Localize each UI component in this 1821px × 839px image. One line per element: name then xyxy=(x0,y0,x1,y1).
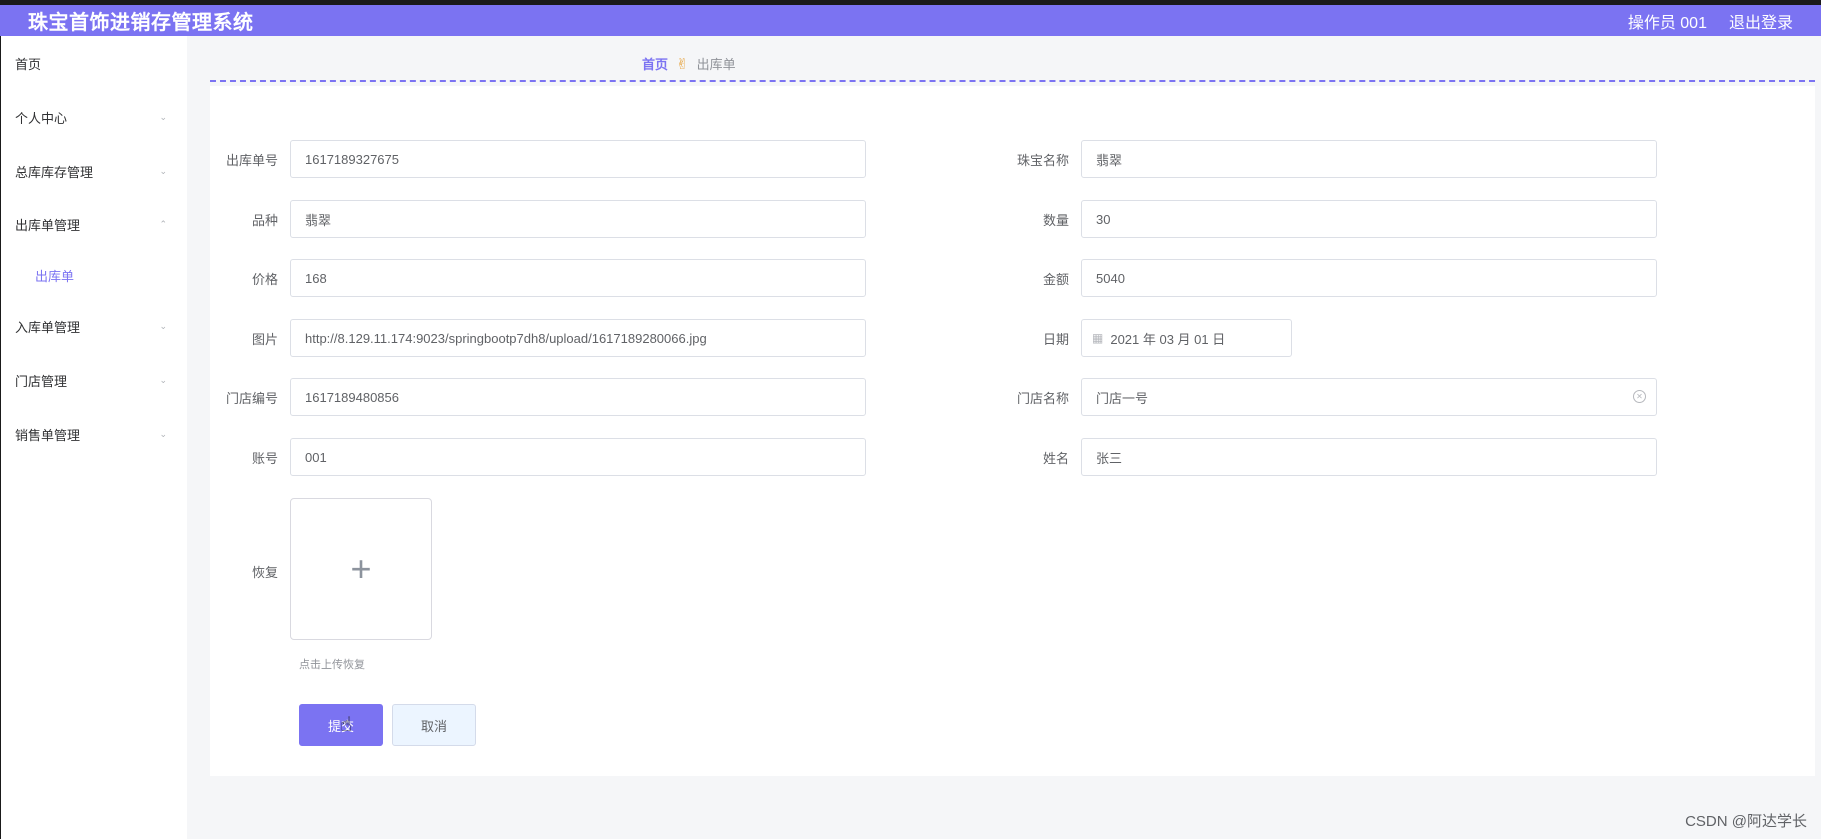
chevron-down-icon: ⌄ xyxy=(159,374,167,385)
breadcrumb: 首页 ✌ 出库单 xyxy=(642,54,736,73)
field-label: 数量 xyxy=(1042,212,1069,228)
field-jewel-name: 珠宝名称 翡翠 xyxy=(1001,140,1657,178)
sidebar-item-inbound[interactable]: 入库单管理 ⌄ xyxy=(15,316,175,336)
breadcrumb-current: 出库单 xyxy=(696,57,736,72)
variety-input[interactable]: 翡翠 xyxy=(290,200,866,238)
chevron-down-icon: ⌄ xyxy=(159,428,167,439)
breadcrumb-divider xyxy=(210,80,1815,82)
price-input[interactable]: 168 xyxy=(290,259,866,297)
breadcrumb-home[interactable]: 首页 xyxy=(642,54,668,73)
name-input[interactable]: 张三 xyxy=(1081,438,1657,476)
sidebar: 首页 个人中心 ⌄ 总库库存管理 ⌄ 出库单管理 ⌃ 出库单 入库单管理 ⌄ 门… xyxy=(0,36,187,839)
sidebar-item-outbound[interactable]: 出库单管理 ⌃ xyxy=(15,214,175,234)
sidebar-item-label: 出库单管理 xyxy=(15,217,81,233)
sidebar-item-inventory[interactable]: 总库库存管理 ⌄ xyxy=(15,161,175,181)
date-picker[interactable]: ▦ 2021 年 03 月 01 日 xyxy=(1081,319,1292,357)
field-label: 门店名称 xyxy=(1016,390,1069,406)
amount-input[interactable]: 5040 xyxy=(1081,259,1657,297)
field-label: 出库单号 xyxy=(225,152,278,168)
sidebar-item-label: 首页 xyxy=(15,56,42,72)
sidebar-item-personal-center[interactable]: 个人中心 ⌄ xyxy=(15,107,175,127)
field-label: 姓名 xyxy=(1042,450,1069,466)
field-name: 姓名 张三 xyxy=(1001,438,1657,476)
chevron-down-icon: ⌄ xyxy=(159,111,167,122)
field-label: 价格 xyxy=(251,271,278,287)
sidebar-item-label: 销售单管理 xyxy=(15,427,81,443)
field-label: 账号 xyxy=(251,450,278,466)
chevron-down-icon: ⌄ xyxy=(159,320,167,331)
store-no-input[interactable]: 1617189480856 xyxy=(290,378,866,416)
chevron-up-icon: ⌃ xyxy=(159,218,167,229)
order-no-input[interactable]: 1617189327675 xyxy=(290,140,866,178)
sidebar-item-label: 总库库存管理 xyxy=(15,164,94,180)
field-label: 恢复 xyxy=(251,565,278,580)
sidebar-item-label: 门店管理 xyxy=(15,373,68,389)
restore-upload[interactable]: + xyxy=(290,498,432,640)
logout-link[interactable]: 退出登录 xyxy=(1729,9,1793,33)
chevron-down-icon: ⌄ xyxy=(159,165,167,176)
field-price: 价格 168 xyxy=(210,259,866,297)
store-name-select[interactable]: 门店一号 ✕ xyxy=(1081,378,1657,416)
field-amount: 金额 5040 xyxy=(1001,259,1657,297)
quantity-input[interactable]: 30 xyxy=(1081,200,1657,238)
field-restore: 恢复 + xyxy=(210,498,432,640)
app-title: 珠宝首饰进销存管理系统 xyxy=(28,12,254,34)
image-url-input[interactable]: http://8.129.11.174:9023/springbootp7dh8… xyxy=(290,319,866,357)
field-order-no: 出库单号 1617189327675 xyxy=(210,140,866,178)
field-date: 日期 ▦ 2021 年 03 月 01 日 xyxy=(1001,319,1292,357)
field-label: 金额 xyxy=(1042,271,1069,287)
field-account: 账号 001 xyxy=(210,438,866,476)
hand-ok-icon: ✌ xyxy=(676,55,689,73)
sidebar-subitem-outbound-order[interactable]: 出库单 xyxy=(35,266,74,285)
field-label: 门店编号 xyxy=(225,390,278,406)
sidebar-item-label: 入库单管理 xyxy=(15,319,81,335)
field-label: 图片 xyxy=(251,331,278,347)
sidebar-item-label: 个人中心 xyxy=(15,110,68,126)
field-label: 日期 xyxy=(1042,331,1069,347)
sidebar-item-sales[interactable]: 销售单管理 ⌄ xyxy=(15,424,175,444)
plus-icon: + xyxy=(350,548,372,589)
submit-button[interactable]: 提交 xyxy=(299,704,383,746)
cancel-button[interactable]: 取消 xyxy=(392,704,476,746)
watermark: CSDN @阿达学长 xyxy=(1685,813,1807,830)
date-value: 2021 年 03 月 01 日 xyxy=(1110,331,1226,347)
upload-tip: 点击上传恢复 xyxy=(299,659,365,671)
account-input[interactable]: 001 xyxy=(290,438,866,476)
sidebar-item-home[interactable]: 首页 xyxy=(15,53,175,73)
jewel-name-input[interactable]: 翡翠 xyxy=(1081,140,1657,178)
main-content: 首页 ✌ 出库单 出库单号 1617189327675 品种 翡翠 价格 168… xyxy=(187,36,1821,839)
field-quantity: 数量 30 xyxy=(1001,200,1657,238)
sidebar-item-stores[interactable]: 门店管理 ⌄ xyxy=(15,370,175,390)
app-header: 珠宝首饰进销存管理系统 操作员 001 退出登录 xyxy=(0,5,1821,36)
header-user-area: 操作员 001 退出登录 xyxy=(1628,9,1793,33)
outbound-form-card: 出库单号 1617189327675 品种 翡翠 价格 168 图片 http:… xyxy=(210,86,1815,776)
field-label: 珠宝名称 xyxy=(1016,152,1069,168)
store-name-value: 门店一号 xyxy=(1096,390,1149,406)
field-label: 品种 xyxy=(251,212,278,228)
calendar-icon: ▦ xyxy=(1092,331,1104,345)
clear-icon[interactable]: ✕ xyxy=(1633,390,1646,403)
field-store-no: 门店编号 1617189480856 xyxy=(210,378,866,416)
field-variety: 品种 翡翠 xyxy=(210,200,866,238)
field-store-name: 门店名称 门店一号 ✕ xyxy=(1001,378,1657,416)
operator-label: 操作员 001 xyxy=(1627,14,1707,32)
field-image: 图片 http://8.129.11.174:9023/springbootp7… xyxy=(210,319,866,357)
